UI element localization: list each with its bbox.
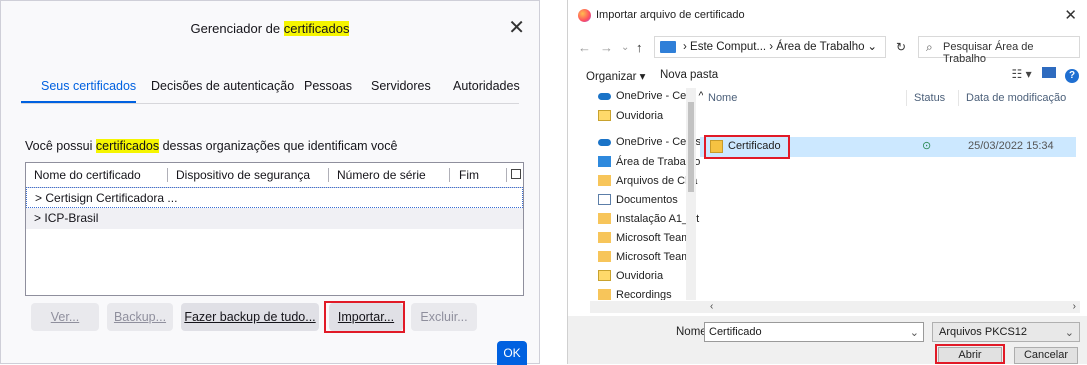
scrollbar-thumb[interactable]	[688, 102, 694, 192]
tab-autoridades[interactable]: Autoridades	[453, 79, 520, 93]
help-icon[interactable]: ?	[1065, 69, 1079, 83]
computer-icon	[660, 41, 676, 53]
refresh-icon[interactable]: ↻	[896, 40, 906, 54]
expand-chevron-icon[interactable]: >	[34, 211, 41, 225]
address-bar: ← → ⌄ ↑ › Este Comput... › Área de Traba…	[568, 34, 1087, 65]
path-dropdown-icon[interactable]: ⌄	[867, 39, 877, 53]
desktop-icon	[598, 156, 611, 167]
tab-seus-certificados[interactable]: Seus certificados	[41, 79, 136, 93]
column-separator	[167, 168, 168, 182]
certificate-manager-dialog: Gerenciador de certificados ✕ Seus certi…	[0, 0, 540, 365]
tree-header: Nome do certificado Dispositivo de segur…	[26, 163, 523, 188]
command-bar: Organizar ▾ Nova pasta ☷ ▾ ?	[568, 64, 1087, 86]
cloud-icon	[598, 139, 611, 146]
column-nome[interactable]: Nome	[708, 92, 737, 104]
folder-icon	[598, 175, 611, 186]
cancel-button[interactable]: Cancelar	[1014, 347, 1078, 364]
sync-status-icon: ⊙	[922, 140, 932, 152]
organize-menu-button[interactable]: Organizar ▾	[586, 69, 645, 83]
active-tab-indicator	[21, 101, 136, 103]
file-type-select[interactable]: Arquivos PKCS12 ⌄	[932, 322, 1080, 342]
tree-row[interactable]: > ICP-Brasil	[26, 208, 523, 229]
close-icon[interactable]: ✕	[508, 15, 525, 40]
chevron-down-icon[interactable]: ⌄	[1065, 326, 1074, 339]
search-placeholder: Pesquisar Área de Trabalho	[943, 41, 1034, 65]
title-bar: Importar arquivo de certificado ✕	[568, 0, 1087, 30]
preview-pane-icon[interactable]	[1041, 67, 1056, 78]
row-label: ICP-Brasil	[44, 211, 99, 225]
backup-button[interactable]: Backup...	[107, 303, 173, 331]
firefox-icon	[578, 9, 591, 22]
certificate-tree[interactable]: Nome do certificado Dispositivo de segur…	[25, 162, 524, 296]
dialog-footer: Nome: Certificado ⌄ Arquivos PKCS12 ⌄ Ab…	[568, 316, 1087, 364]
scroll-left-icon[interactable]: ‹	[710, 301, 713, 312]
file-open-dialog: Importar arquivo de certificado ✕ ← → ⌄ …	[567, 0, 1087, 364]
file-date: 25/03/2022 15:34	[968, 140, 1054, 152]
back-arrow-icon[interactable]: ←	[578, 40, 591, 55]
chevron-down-icon[interactable]: ⌄	[910, 326, 919, 339]
cloud-icon	[598, 93, 611, 100]
delete-button[interactable]: Excluir...	[411, 303, 477, 331]
column-numero-serie[interactable]: Número de série	[337, 168, 426, 182]
scroll-right-icon[interactable]: ›	[1073, 301, 1076, 312]
shortcut-icon	[598, 110, 611, 121]
view-mode-icon[interactable]: ☷ ▾	[1012, 67, 1032, 81]
navigation-scrollbar[interactable]	[686, 88, 696, 300]
search-input[interactable]: ⌕ Pesquisar Área de Trabalho	[918, 36, 1080, 65]
folder-icon	[598, 289, 611, 300]
column-status[interactable]: Status	[914, 92, 945, 104]
tree-row[interactable]: > Certisign Certificadora ...	[26, 187, 523, 208]
ok-button[interactable]: OK	[497, 341, 527, 365]
annotation-highlight-box	[935, 344, 1005, 364]
tab-bar: Seus certificados Decisões de autenticaç…	[21, 71, 520, 104]
shortcut-icon	[598, 270, 611, 281]
horizontal-scrollbar[interactable]: ‹ ›	[590, 301, 1080, 313]
breadcrumb[interactable]: › Este Comput... › Área de Trabalho ⌄	[654, 36, 886, 58]
filename-input[interactable]: Certificado ⌄	[704, 322, 924, 342]
tab-pessoas[interactable]: Pessoas	[304, 79, 352, 93]
column-data-modificacao[interactable]: Data de modificação	[966, 92, 1066, 104]
window-title: Importar arquivo de certificado	[596, 9, 745, 21]
column-fim[interactable]: Fim	[459, 168, 479, 182]
forward-arrow-icon[interactable]: →	[600, 40, 613, 55]
backup-all-button[interactable]: Fazer backup de tudo...	[181, 303, 319, 331]
close-icon[interactable]: ✕	[1064, 6, 1077, 24]
column-separator	[906, 90, 907, 106]
intro-text: Você possui certificados dessas organiza…	[25, 139, 398, 153]
row-label: Certisign Certificadora ...	[45, 191, 178, 205]
tab-decisoes-autenticacao[interactable]: Decisões de autenticação	[151, 79, 294, 93]
annotation-highlight-box	[704, 135, 790, 159]
folder-icon	[598, 232, 611, 243]
folder-icon	[598, 251, 611, 262]
tab-servidores[interactable]: Servidores	[371, 79, 431, 93]
file-list: Nome Status Data de modificação Certific…	[700, 86, 1080, 300]
column-picker-icon[interactable]	[511, 169, 521, 179]
new-folder-button[interactable]: Nova pasta	[660, 69, 718, 81]
column-dispositivo[interactable]: Dispositivo de segurança	[176, 168, 310, 182]
recent-locations-icon[interactable]: ⌄	[621, 42, 629, 53]
expand-chevron-icon[interactable]: >	[35, 191, 42, 205]
column-separator	[449, 168, 450, 182]
column-separator	[328, 168, 329, 182]
column-separator	[958, 90, 959, 106]
view-button[interactable]: Ver...	[31, 303, 99, 331]
folder-icon	[598, 213, 611, 224]
up-arrow-icon[interactable]: ↑	[636, 40, 643, 55]
column-separator	[506, 168, 507, 182]
document-icon	[598, 194, 611, 205]
breadcrumb-path: › Este Comput... › Área de Trabalho	[683, 41, 865, 53]
search-icon: ⌕	[926, 40, 933, 54]
column-nome-certificado[interactable]: Nome do certificado	[34, 168, 141, 182]
file-type-value: Arquivos PKCS12	[939, 326, 1028, 338]
filename-value: Certificado	[709, 326, 762, 338]
view-options: ☷ ▾ ?	[1012, 67, 1079, 83]
dialog-title: Gerenciador de certificados	[190, 21, 350, 36]
annotation-highlight-box	[324, 301, 405, 333]
